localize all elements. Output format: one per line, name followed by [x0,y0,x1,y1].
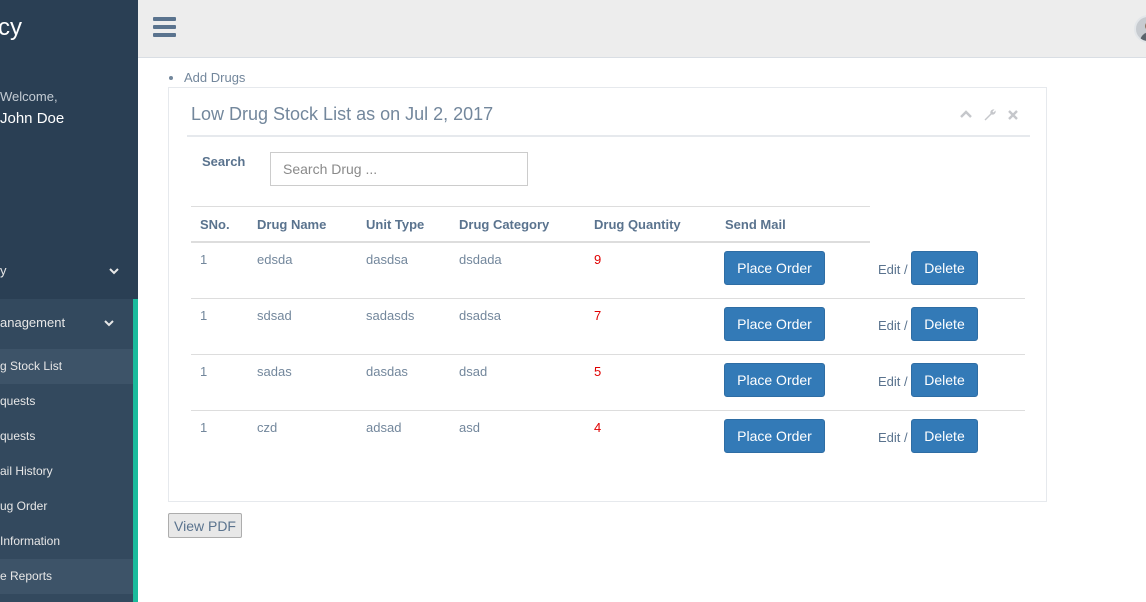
user-avatar[interactable] [1134,15,1146,43]
cell-unit-type: dasdas [366,364,408,379]
edit-link[interactable]: Edit / [878,262,908,277]
col-header-send-mail: Send Mail [725,217,786,232]
cell-drug-quantity: 7 [594,308,602,323]
delete-button[interactable]: Delete [911,419,978,453]
edit-link[interactable]: Edit / [878,430,908,445]
sidebar-subitem-information[interactable]: Information [0,524,133,559]
edit-link[interactable]: Edit / [878,374,908,389]
hamburger-icon[interactable] [153,17,176,39]
cell-sno: 1 [200,420,208,435]
cell-unit-type: adsad [366,420,402,435]
chevron-up-icon[interactable] [959,108,973,122]
table-row: 1 edsda dasdsa dsdada 9 Place Order Edit… [191,243,1025,299]
delete-button[interactable]: Delete [911,251,978,285]
col-header-drug-quantity: Drug Quantity [594,217,681,232]
table-header-border-top [191,206,870,207]
delete-button[interactable]: Delete [911,363,978,397]
cell-drug-category: dsdada [459,252,502,267]
cell-unit-type: sadasds [366,308,415,323]
wrench-icon[interactable] [983,108,997,122]
cell-drug-category: dsadsa [459,308,501,323]
view-pdf-button[interactable]: View PDF [168,513,242,538]
table-row: 1 czd adsad asd 4 Place Order Edit / Del… [191,411,1025,467]
cell-drug-quantity: 4 [594,420,602,435]
place-order-button[interactable]: Place Order [724,363,825,397]
panel-divider [187,135,1030,137]
edit-link[interactable]: Edit / [878,318,908,333]
welcome-text: Welcome, [0,89,58,104]
cell-sno: 1 [200,252,208,267]
close-icon[interactable] [1006,108,1020,122]
sidebar-subitem-requests[interactable]: quests [0,384,133,419]
place-order-button[interactable]: Place Order [724,419,825,453]
table-row: 1 sadas dasdas dsad 5 Place Order Edit /… [191,355,1025,411]
place-order-button[interactable]: Place Order [724,307,825,341]
breadcrumb-add-drugs[interactable]: Add Drugs [184,70,245,85]
sidebar-item-pharmacy[interactable]: y [0,263,138,281]
bullet-icon [169,75,173,80]
cell-drug-quantity: 5 [594,364,602,379]
sidebar: cy Welcome, John Doe y anagement g Stock… [0,0,138,602]
col-header-drug-category: Drug Category [459,217,550,232]
sidebar-item-label: y [0,263,7,278]
place-order-button[interactable]: Place Order [724,251,825,285]
delete-button[interactable]: Delete [911,307,978,341]
panel-title: Low Drug Stock List as on Jul 2, 2017 [191,104,494,124]
sidebar-subitem-stock-list[interactable]: g Stock List [0,349,133,384]
chevron-down-icon [108,265,120,277]
cell-drug-name: czd [257,420,278,435]
cell-drug-category: asd [459,420,480,435]
cell-drug-name: edsda [257,252,293,267]
cell-drug-quantity: 9 [594,252,602,267]
chevron-down-icon [103,317,115,329]
top-nav [138,0,1146,58]
brand-title[interactable]: cy [0,14,22,42]
breadcrumb: Add Drugs [169,70,245,85]
sidebar-item-management[interactable]: anagement [0,315,133,333]
col-header-drug-name: Drug Name [257,217,327,232]
table-row: 1 sdsad sadasds dsadsa 7 Place Order Edi… [191,299,1025,355]
sidebar-subitem-drug-order[interactable]: ug Order [0,489,133,524]
cell-drug-category: dsad [459,364,488,379]
sidebar-subitem-requests-2[interactable]: quests [0,419,133,454]
cell-drug-name: sdsad [257,308,292,323]
sidebar-group-management: anagement g Stock List quests quests ail… [0,299,138,602]
stock-panel: Low Drug Stock List as on Jul 2, 2017 Se… [168,87,1047,502]
sidebar-subitem-reports[interactable]: e Reports [0,559,133,594]
cell-sno: 1 [200,308,208,323]
search-label: Search [202,154,246,169]
cell-sno: 1 [200,364,208,379]
col-header-unit-type: Unit Type [366,217,425,232]
cell-drug-name: sadas [257,364,292,379]
sidebar-item-label: anagement [0,315,66,330]
sidebar-subitem-mail-history[interactable]: ail History [0,454,133,489]
search-input[interactable] [270,152,528,186]
user-name: John Doe [0,110,65,127]
cell-unit-type: dasdsa [366,252,408,267]
col-header-sno: SNo. [200,217,230,232]
